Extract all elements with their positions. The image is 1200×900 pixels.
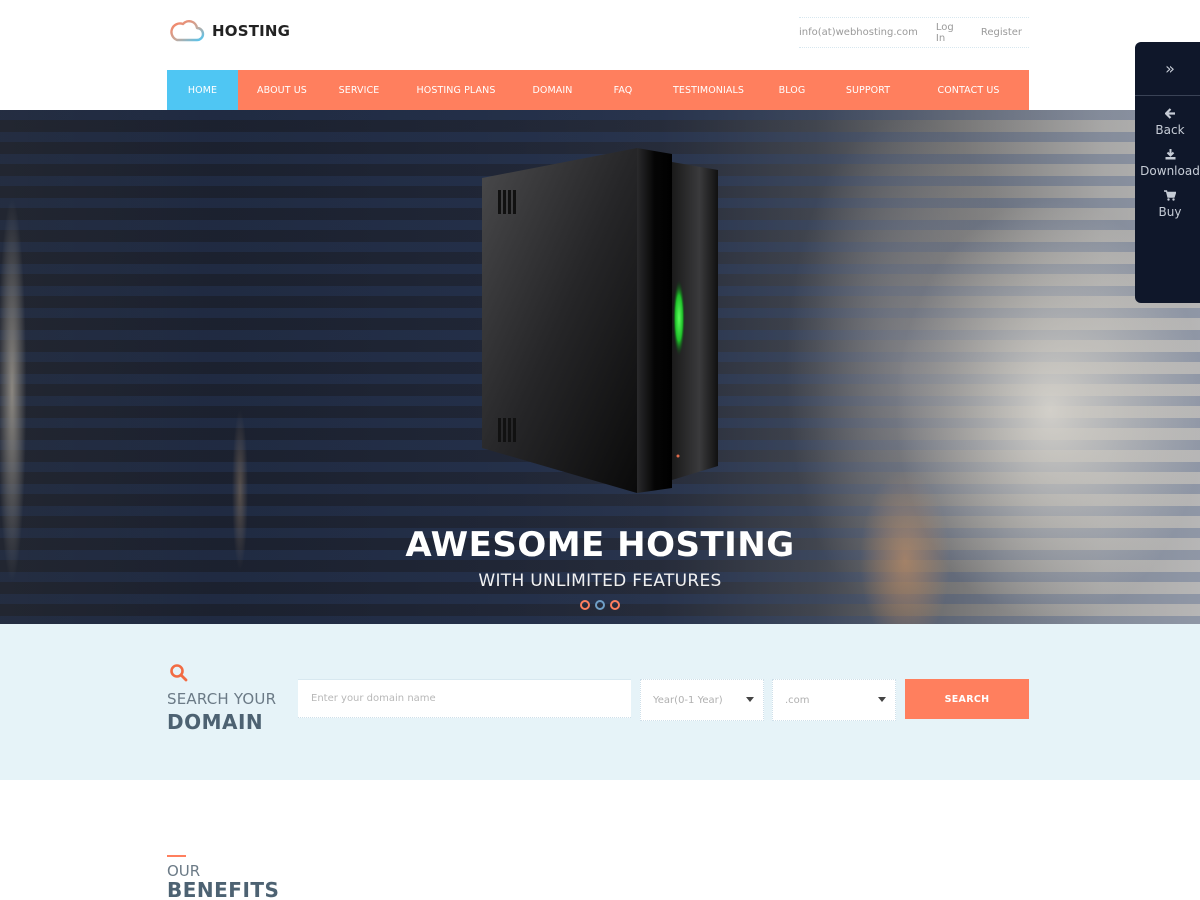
- nav-home[interactable]: HOME: [167, 70, 238, 110]
- benefits-heading-bottom: BENEFITS: [167, 878, 280, 900]
- domain-name-input[interactable]: [298, 679, 631, 718]
- hero-slider: AWESOME HOSTING WITH UNLIMITED FEATURES: [0, 110, 1200, 624]
- collapse-toggle[interactable]: »: [1135, 42, 1200, 96]
- logo[interactable]: HOSTING: [168, 18, 290, 44]
- nav-hosting-plans[interactable]: HOSTING PLANS: [392, 70, 520, 110]
- magnifier-icon: [170, 664, 188, 682]
- caret-down-icon: [878, 697, 886, 702]
- brand-name: HOSTING: [212, 22, 291, 40]
- slider-dot-3[interactable]: [610, 600, 620, 610]
- search-heading-bottom: DOMAIN: [167, 710, 264, 734]
- arrow-left-icon: [1163, 108, 1176, 122]
- tld-select[interactable]: .com: [772, 679, 896, 721]
- cart-icon: [1164, 190, 1177, 204]
- nav-faq[interactable]: FAQ: [585, 70, 661, 110]
- nav-contact-us[interactable]: CONTACT US: [908, 70, 1029, 110]
- domain-search-section: SEARCH YOUR DOMAIN Year(0-1 Year) .com S…: [0, 624, 1200, 780]
- search-heading-top: SEARCH YOUR: [167, 690, 277, 708]
- years-select[interactable]: Year(0-1 Year): [640, 679, 764, 721]
- nav-domain[interactable]: DOMAIN: [520, 70, 585, 110]
- main-nav: HOME ABOUT US SERVICE HOSTING PLANS DOMA…: [167, 70, 1029, 110]
- years-select-value: Year(0-1 Year): [653, 694, 723, 706]
- server-image: [482, 148, 718, 493]
- back-button[interactable]: Back: [1135, 108, 1200, 137]
- nav-testimonials[interactable]: TESTIMONIALS: [661, 70, 756, 110]
- slider-dots: [0, 600, 1200, 610]
- hero-title: AWESOME HOSTING: [405, 525, 795, 565]
- cloud-icon: [170, 20, 205, 42]
- nav-about-us[interactable]: ABOUT US: [238, 70, 326, 110]
- email-link[interactable]: info(at)webhosting.com: [799, 27, 918, 38]
- caret-down-icon: [746, 697, 754, 702]
- register-link[interactable]: Register: [981, 27, 1022, 38]
- double-chevron-right-icon: »: [1165, 59, 1175, 78]
- buy-button[interactable]: Buy: [1135, 190, 1200, 219]
- back-label: Back: [1155, 123, 1185, 137]
- tld-select-value: .com: [785, 694, 810, 706]
- hero-subtitle: WITH UNLIMITED FEATURES: [478, 571, 722, 591]
- nav-blog[interactable]: BLOG: [756, 70, 828, 110]
- top-links: info(at)webhosting.com Log In Register: [799, 17, 1029, 48]
- download-label: Download: [1140, 164, 1200, 178]
- nav-service[interactable]: SERVICE: [326, 70, 392, 110]
- nav-support[interactable]: SUPPORT: [828, 70, 908, 110]
- buy-label: Buy: [1158, 205, 1182, 219]
- section-accent-bar: [167, 855, 186, 857]
- download-button[interactable]: Download: [1135, 149, 1200, 178]
- side-panel: » Back Download Buy: [1135, 42, 1200, 303]
- site-header: HOSTING info(at)webhosting.com Log In Re…: [0, 0, 1200, 110]
- login-link[interactable]: Log In: [936, 22, 963, 44]
- search-button[interactable]: SEARCH: [905, 679, 1029, 719]
- slider-dot-2-active[interactable]: [595, 600, 605, 610]
- download-icon: [1165, 149, 1176, 163]
- slider-dot-1[interactable]: [580, 600, 590, 610]
